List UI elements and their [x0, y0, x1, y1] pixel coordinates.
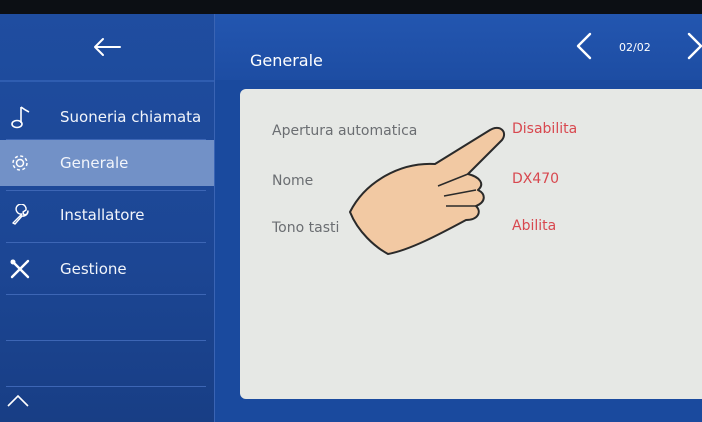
divider — [6, 294, 206, 295]
sidebar: Suoneria chiamata Generale Installatore … — [0, 14, 215, 422]
previous-page-button[interactable] — [572, 28, 596, 64]
sidebar-item-label: Suoneria chiamata — [60, 108, 202, 126]
next-page-button[interactable] — [683, 28, 702, 64]
setting-value-apertura-automatica[interactable]: Disabilita — [512, 121, 577, 137]
divider — [6, 242, 206, 243]
pointing-hand-icon — [349, 126, 506, 255]
gear-icon — [0, 140, 40, 186]
chevron-left-icon — [576, 32, 592, 60]
tools-icon — [0, 246, 40, 292]
touchscreen: Suoneria chiamata Generale Installatore … — [0, 14, 702, 422]
sidebar-item-suoneria-chiamata[interactable]: Suoneria chiamata — [0, 94, 214, 140]
music-note-icon — [0, 94, 40, 140]
page-indicator: 02/02 — [619, 41, 651, 54]
divider — [6, 190, 206, 191]
setting-label-tono-tasti: Tono tasti — [272, 220, 340, 236]
home-icon[interactable] — [6, 392, 30, 420]
sidebar-item-label: Gestione — [60, 260, 127, 278]
divider — [0, 80, 214, 82]
sidebar-item-gestione[interactable]: Gestione — [0, 246, 214, 292]
arrow-left-icon — [94, 38, 121, 56]
back-button[interactable] — [0, 14, 214, 80]
page-title: Generale — [250, 51, 323, 70]
setting-value-nome[interactable]: DX470 — [512, 171, 559, 187]
sidebar-item-generale[interactable]: Generale — [0, 140, 214, 186]
sidebar-item-label: Installatore — [60, 206, 145, 224]
wrench-icon — [0, 192, 40, 238]
sidebar-item-label: Generale — [60, 154, 129, 172]
chevron-right-icon — [687, 32, 702, 60]
setting-value-tono-tasti[interactable]: Abilita — [512, 218, 556, 234]
header-bar: Generale 02/02 — [215, 14, 702, 80]
sidebar-item-installatore[interactable]: Installatore — [0, 192, 214, 238]
divider — [6, 386, 206, 387]
divider — [6, 340, 206, 341]
setting-label-nome: Nome — [272, 173, 314, 189]
